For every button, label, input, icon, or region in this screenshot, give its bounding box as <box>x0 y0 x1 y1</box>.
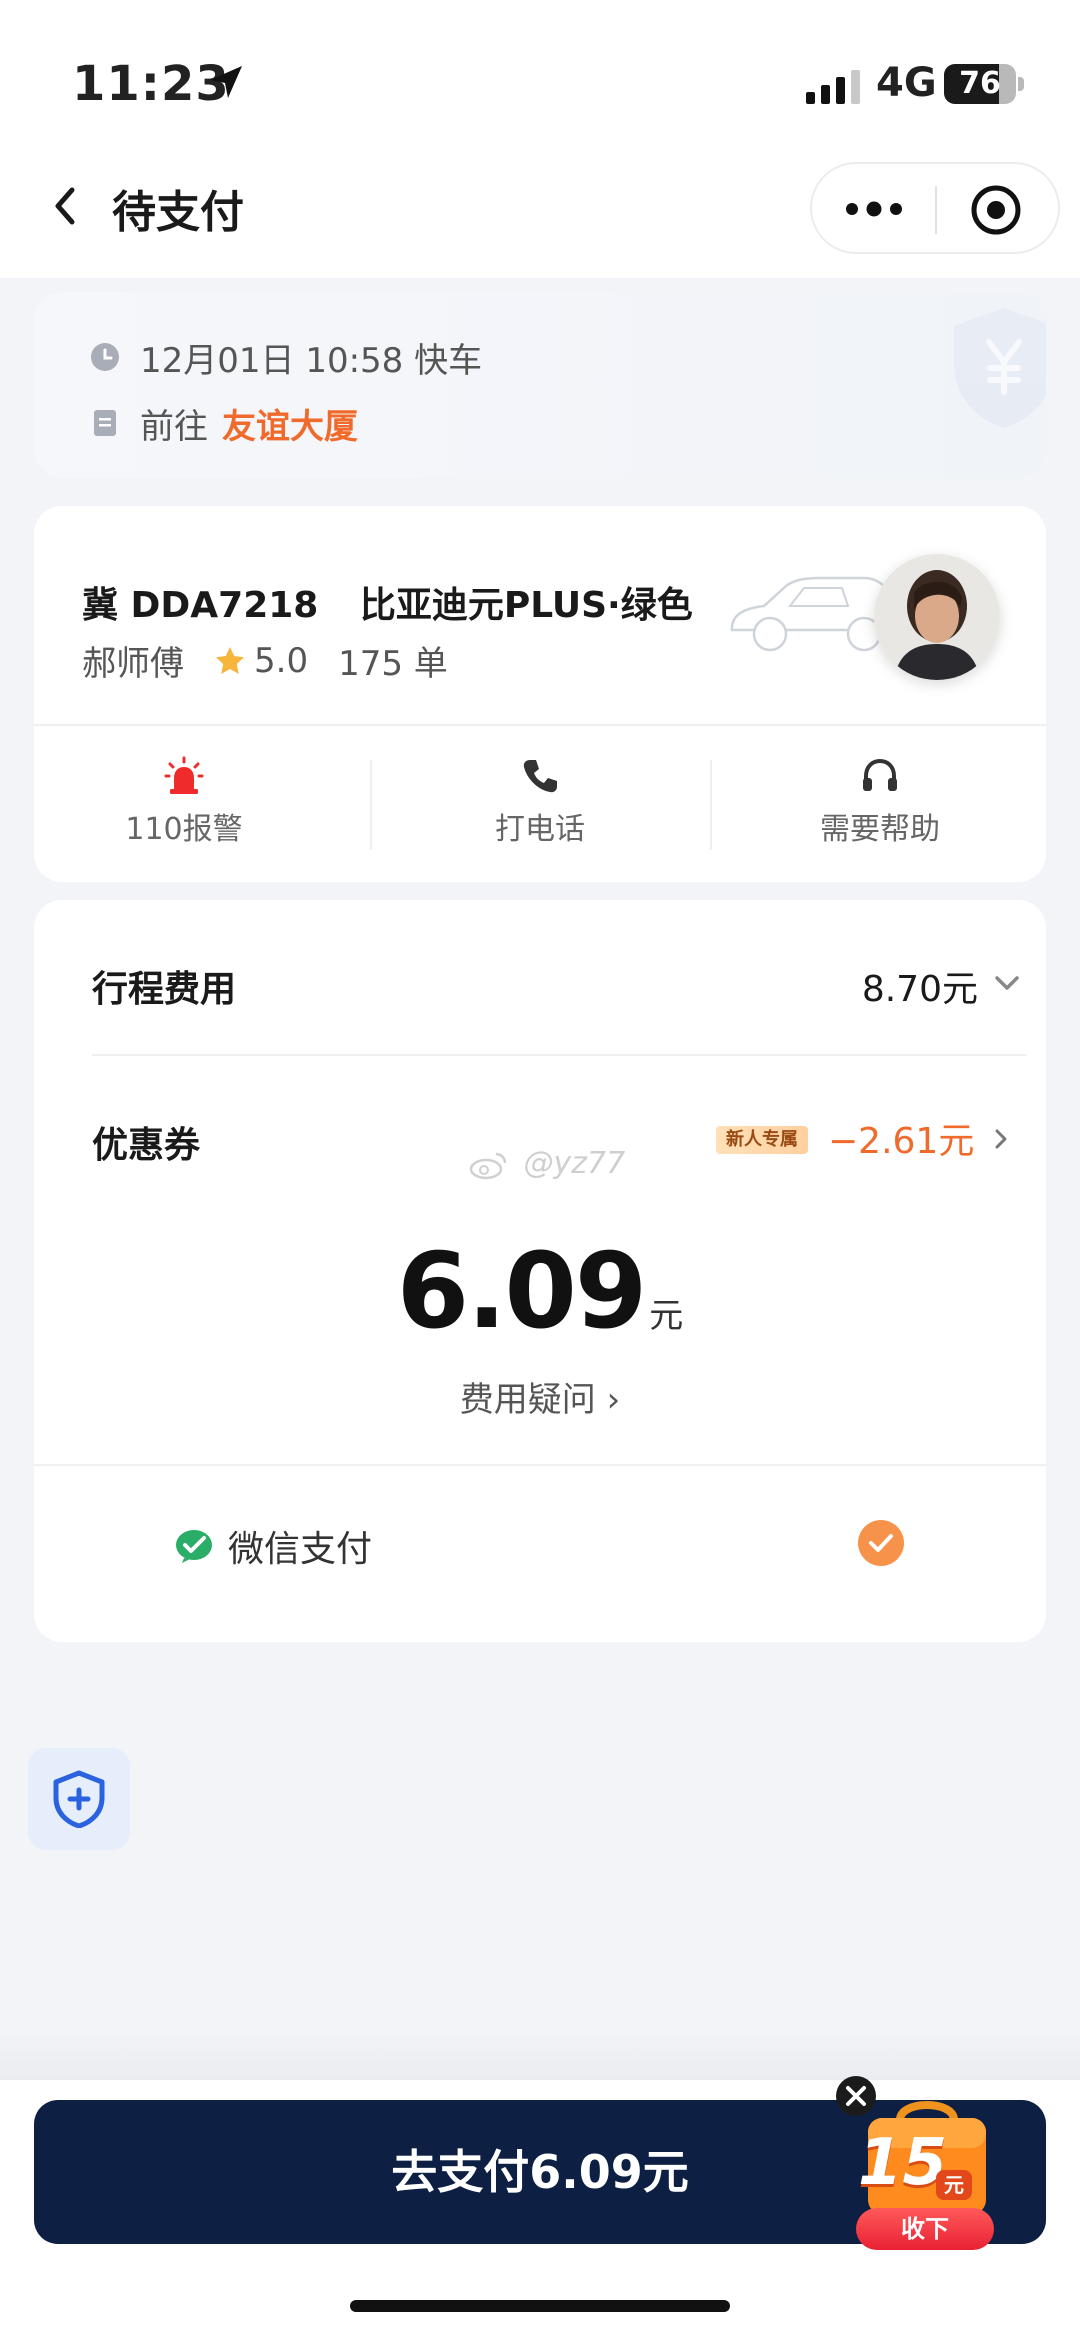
action-call[interactable]: 打电话 <box>390 756 690 848</box>
close-icon <box>846 2086 866 2106</box>
mini-program-capsule <box>810 162 1060 254</box>
check-icon <box>869 1534 893 1552</box>
battery-icon: 76 <box>944 64 1024 104</box>
promo-accept-button[interactable]: 收下 <box>856 2208 994 2250</box>
watermark: @yz77 <box>468 1146 625 1181</box>
vehicle-info: 冀 DDA7218 比亚迪元PLUS·绿色 <box>82 576 693 628</box>
nav-bar: 待支付 <box>0 150 1080 278</box>
destination-prefix: 前往 <box>140 406 208 447</box>
document-icon <box>94 410 116 436</box>
fee-card: 行程费用 8.70元 优惠券 新人专属 −2.61元 @yz77 6.09 元 费… <box>34 900 1046 1642</box>
action-label: 打电话 <box>495 812 585 847</box>
payment-method-label: 微信支付 <box>228 1529 373 1570</box>
coupon-label: 优惠券 <box>92 1125 201 1166</box>
shield-yen-icon <box>954 308 1046 428</box>
location-arrow-icon <box>210 66 242 98</box>
trip-fee-label: 行程费用 <box>92 969 237 1010</box>
total-amount: 6.09 元 <box>34 1230 1046 1352</box>
cellular-signal-icon <box>806 70 860 104</box>
driver-card: 冀 DDA7218 比亚迪元PLUS·绿色 郝师傅 5.0 175 单 110报… <box>34 506 1046 882</box>
driver-photo <box>874 554 1000 680</box>
shield-plus-icon <box>53 1770 105 1828</box>
driver-name: 郝师傅 <box>82 644 184 684</box>
trip-destination-row: 前往 友谊大厦 <box>90 398 358 448</box>
watermark-text: @yz77 <box>523 1146 626 1181</box>
safety-center-button[interactable] <box>28 1748 130 1850</box>
action-help[interactable]: 需要帮助 <box>730 756 1030 848</box>
coupon-value[interactable]: −2.61元 <box>828 1112 974 1164</box>
clock-icon <box>91 343 119 371</box>
capsule-divider <box>935 186 937 234</box>
total-number: 6.09 <box>396 1230 648 1352</box>
destination-name: 友谊大厦 <box>222 406 358 447</box>
license-plate: 冀 DDA7218 <box>82 585 319 626</box>
coupon-tag: 新人专属 <box>716 1126 808 1154</box>
headset-icon <box>863 758 897 791</box>
promo-close-button[interactable] <box>836 2076 876 2116</box>
bottom-fade <box>0 2030 1080 2080</box>
chevron-right-icon[interactable] <box>990 1126 1012 1152</box>
total-unit: 元 <box>649 1296 684 1336</box>
weibo-logo-icon <box>469 1152 507 1179</box>
driver-card-divider <box>34 724 1046 726</box>
trip-fee-row[interactable]: 行程费用 8.70元 <box>92 960 1026 1020</box>
alarm-icon <box>164 756 204 794</box>
driver-avatar[interactable] <box>874 554 1000 680</box>
driver-info: 郝师傅 5.0 175 单 <box>82 636 448 685</box>
action-divider <box>370 760 372 850</box>
payment-selected-check[interactable] <box>858 1520 904 1566</box>
back-arrow-icon[interactable] <box>44 176 90 236</box>
home-indicator <box>350 2300 730 2312</box>
close-target-icon[interactable] <box>970 184 1022 236</box>
battery-level: 76 <box>959 66 1001 101</box>
driver-rating: 5.0 <box>254 640 309 681</box>
action-110-alarm[interactable]: 110报警 <box>34 756 334 848</box>
more-dots-icon[interactable] <box>842 194 906 224</box>
payment-divider <box>34 1464 1046 1466</box>
promo-amount: 15 <box>858 2126 948 2200</box>
trip-datetime: 12月01日 10:58 快车 <box>140 340 483 381</box>
action-divider <box>710 760 712 850</box>
action-label: 110报警 <box>125 812 243 847</box>
phone-icon <box>523 760 557 793</box>
driver-orders: 175 单 <box>338 644 448 684</box>
wechat-pay-icon <box>176 1530 212 1563</box>
network-type: 4G <box>876 60 937 106</box>
fee-question-link[interactable]: 费用疑问 › <box>34 1372 1046 1421</box>
promo-unit: 元 <box>936 2170 972 2200</box>
page-title: 待支付 <box>112 187 244 238</box>
promo-coupon-widget: 15 元 收下 <box>836 2076 1016 2256</box>
payment-method[interactable]: 微信支付 <box>174 1520 372 1572</box>
chevron-down-icon <box>995 976 1019 990</box>
trip-info-card: 12月01日 10:58 快车 前往 友谊大厦 <box>34 292 1046 478</box>
trip-time-row: 12月01日 10:58 快车 <box>90 332 482 382</box>
action-label: 需要帮助 <box>820 812 940 847</box>
star-icon <box>216 646 244 674</box>
car-model: 比亚迪元PLUS·绿色 <box>359 585 693 626</box>
status-bar: 11:23 4G 76 <box>0 0 1080 150</box>
fee-divider <box>92 1054 1026 1056</box>
